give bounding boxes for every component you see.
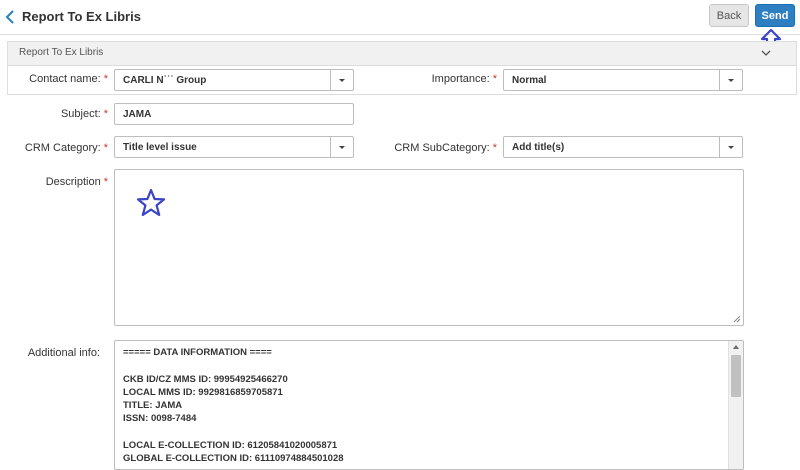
additional-info-textarea[interactable]: ===== DATA INFORMATION ==== CKB ID/CZ MM… — [114, 340, 744, 470]
additional-info-label: Additional info: — [27, 347, 100, 359]
importance-value: Normal — [512, 75, 547, 86]
info-line: ISSN: 0098-7484 — [123, 413, 197, 425]
info-line — [123, 359, 344, 372]
chevron-down-icon[interactable] — [719, 70, 742, 90]
chevron-left-icon[interactable] — [3, 9, 17, 25]
crm-subcategory-value: Add title(s) — [512, 142, 565, 153]
info-line: LOCAL MMS ID: 9929816859705871 — [123, 386, 283, 398]
page-title: Report To Ex Libris — [22, 9, 141, 24]
chevron-down-icon[interactable] — [330, 70, 353, 90]
info-line — [123, 426, 344, 439]
crm-subcategory-label: CRM SubCategory: * — [394, 142, 497, 154]
contact-name-label: Contact name: * — [29, 73, 108, 85]
scroll-thumb[interactable] — [731, 355, 741, 397]
page-header: Report To Ex Libris Back Send — [0, 0, 800, 35]
importance-label: Importance: * — [431, 73, 497, 85]
info-line: TITLE: JAMA — [123, 400, 183, 412]
back-button[interactable]: Back — [709, 4, 749, 27]
info-line: ===== DATA INFORMATION ==== — [123, 347, 272, 358]
chevron-down-icon[interactable] — [719, 137, 742, 157]
subject-input[interactable]: JAMA — [114, 103, 354, 125]
scrollbar[interactable] — [728, 341, 743, 469]
importance-select[interactable]: Normal — [503, 69, 743, 91]
section-title: Report To Ex Libris — [19, 47, 104, 58]
crm-category-value: Title level issue — [123, 142, 197, 153]
info-line: CKB ID/CZ MMS ID: 99954925466270 — [123, 373, 288, 385]
star-icon — [136, 188, 166, 217]
resize-handle-icon[interactable] — [733, 315, 741, 323]
chevron-down-icon[interactable] — [761, 50, 771, 57]
crm-category-label: CRM Category: * — [24, 142, 108, 154]
scroll-up-icon[interactable] — [733, 345, 739, 349]
subject-label: Subject: * — [60, 108, 108, 120]
send-button[interactable]: Send — [755, 4, 795, 27]
crm-category-select[interactable]: Title level issue — [114, 136, 354, 158]
contact-name-value: CARLI N˙˙˙ Group — [123, 75, 207, 86]
section-header[interactable]: Report To Ex Libris — [8, 42, 796, 66]
chevron-down-icon[interactable] — [330, 137, 353, 157]
contact-name-select[interactable]: CARLI N˙˙˙ Group — [114, 69, 354, 91]
description-label: Description * — [45, 176, 108, 188]
info-line: LOCAL E-COLLECTION ID: 61205841020005871 — [123, 440, 338, 452]
description-textarea[interactable] — [114, 169, 744, 326]
crm-subcategory-select[interactable]: Add title(s) — [503, 136, 743, 158]
additional-info-content: ===== DATA INFORMATION ==== CKB ID/CZ MM… — [123, 346, 344, 466]
